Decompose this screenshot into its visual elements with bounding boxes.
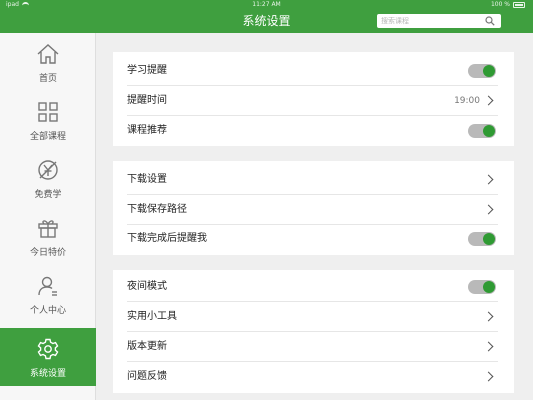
sidebar-item-all-courses[interactable]: 全部课程 bbox=[0, 91, 96, 149]
home-icon bbox=[37, 44, 59, 64]
sidebar-item-label: 个人中心 bbox=[29, 306, 66, 316]
setting-label: 下载保存路径 bbox=[127, 204, 187, 215]
toggle-knob bbox=[483, 125, 495, 137]
top-bar: ipad 11:27 AM 100 % 系统设置 搜索课程 bbox=[0, 0, 533, 33]
setting-label: 实用小工具 bbox=[127, 311, 177, 322]
sidebar: 首页 全部课程 免费学 今日特价 个人中心 系统设置 bbox=[0, 33, 96, 400]
sidebar-item-settings[interactable]: 系统设置 bbox=[0, 328, 96, 386]
search-placeholder: 搜索课程 bbox=[381, 17, 409, 25]
setting-label: 版本更新 bbox=[127, 341, 167, 352]
battery-status: 100 % bbox=[491, 0, 525, 10]
night-mode-toggle[interactable] bbox=[468, 280, 496, 294]
free-yen-icon bbox=[38, 160, 58, 180]
setting-label: 问题反馈 bbox=[127, 371, 167, 382]
setting-row-download-settings[interactable]: 下载设置 bbox=[113, 165, 514, 195]
course-recommend-toggle[interactable] bbox=[468, 124, 496, 138]
gear-icon bbox=[37, 338, 59, 360]
sidebar-item-label: 首页 bbox=[38, 74, 57, 84]
setting-row-download-path[interactable]: 下载保存路径 bbox=[113, 195, 514, 225]
setting-label: 提醒时间 bbox=[127, 95, 167, 106]
setting-row-version-update[interactable]: 版本更新 bbox=[113, 332, 514, 362]
toggle-knob bbox=[483, 233, 495, 245]
sidebar-item-profile[interactable]: 个人中心 bbox=[0, 265, 96, 323]
sidebar-item-label: 今日特价 bbox=[29, 248, 66, 258]
settings-group-general: 夜间模式 实用小工具 版本更新 问题反馈 bbox=[113, 270, 514, 393]
setting-label: 夜间模式 bbox=[127, 281, 167, 292]
battery-icon bbox=[513, 2, 525, 8]
status-time: 11:27 AM bbox=[252, 1, 281, 8]
setting-row-reminder-time[interactable]: 提醒时间 19:00 bbox=[113, 86, 514, 116]
sidebar-item-daily-deal[interactable]: 今日特价 bbox=[0, 207, 96, 265]
search-icon[interactable] bbox=[485, 16, 495, 26]
setting-row-study-reminder: 学习提醒 bbox=[113, 56, 514, 86]
setting-row-night-mode: 夜间模式 bbox=[113, 272, 514, 302]
setting-label: 下载设置 bbox=[127, 174, 167, 185]
setting-row-notify-after-download: 下载完成后提醒我 bbox=[113, 224, 514, 254]
sidebar-item-free[interactable]: 免费学 bbox=[0, 149, 96, 207]
toggle-knob bbox=[483, 281, 495, 293]
gift-icon bbox=[38, 220, 58, 238]
study-reminder-toggle[interactable] bbox=[468, 64, 496, 78]
chevron-right-icon bbox=[483, 311, 494, 322]
notify-after-download-toggle[interactable] bbox=[468, 232, 496, 246]
sidebar-item-home[interactable]: 首页 bbox=[0, 33, 96, 91]
sidebar-item-label: 免费学 bbox=[34, 190, 62, 200]
setting-row-feedback[interactable]: 问题反馈 bbox=[113, 362, 514, 392]
setting-label: 学习提醒 bbox=[127, 65, 167, 76]
setting-row-tools[interactable]: 实用小工具 bbox=[113, 302, 514, 332]
chevron-right-icon bbox=[483, 204, 494, 215]
settings-group-download: 下载设置 下载保存路径 下载完成后提醒我 bbox=[113, 161, 514, 255]
status-bar: ipad 11:27 AM 100 % bbox=[0, 0, 533, 10]
toggle-knob bbox=[483, 65, 495, 77]
sidebar-item-label: 全部课程 bbox=[29, 132, 66, 142]
setting-label: 课程推荐 bbox=[127, 125, 167, 136]
setting-row-course-recommend: 课程推荐 bbox=[113, 116, 514, 146]
grid-icon bbox=[38, 102, 58, 122]
chevron-right-icon bbox=[483, 371, 494, 382]
sidebar-item-label: 系统设置 bbox=[29, 369, 66, 379]
chevron-right-icon bbox=[483, 174, 494, 185]
setting-label: 下载完成后提醒我 bbox=[127, 233, 207, 244]
person-icon bbox=[38, 276, 57, 296]
chevron-right-icon bbox=[483, 95, 494, 106]
settings-group-reminders: 学习提醒 提醒时间 19:00 课程推荐 bbox=[113, 52, 514, 146]
search-input[interactable]: 搜索课程 bbox=[377, 14, 501, 28]
reminder-time-value: 19:00 bbox=[454, 96, 480, 106]
chevron-right-icon bbox=[483, 341, 494, 352]
